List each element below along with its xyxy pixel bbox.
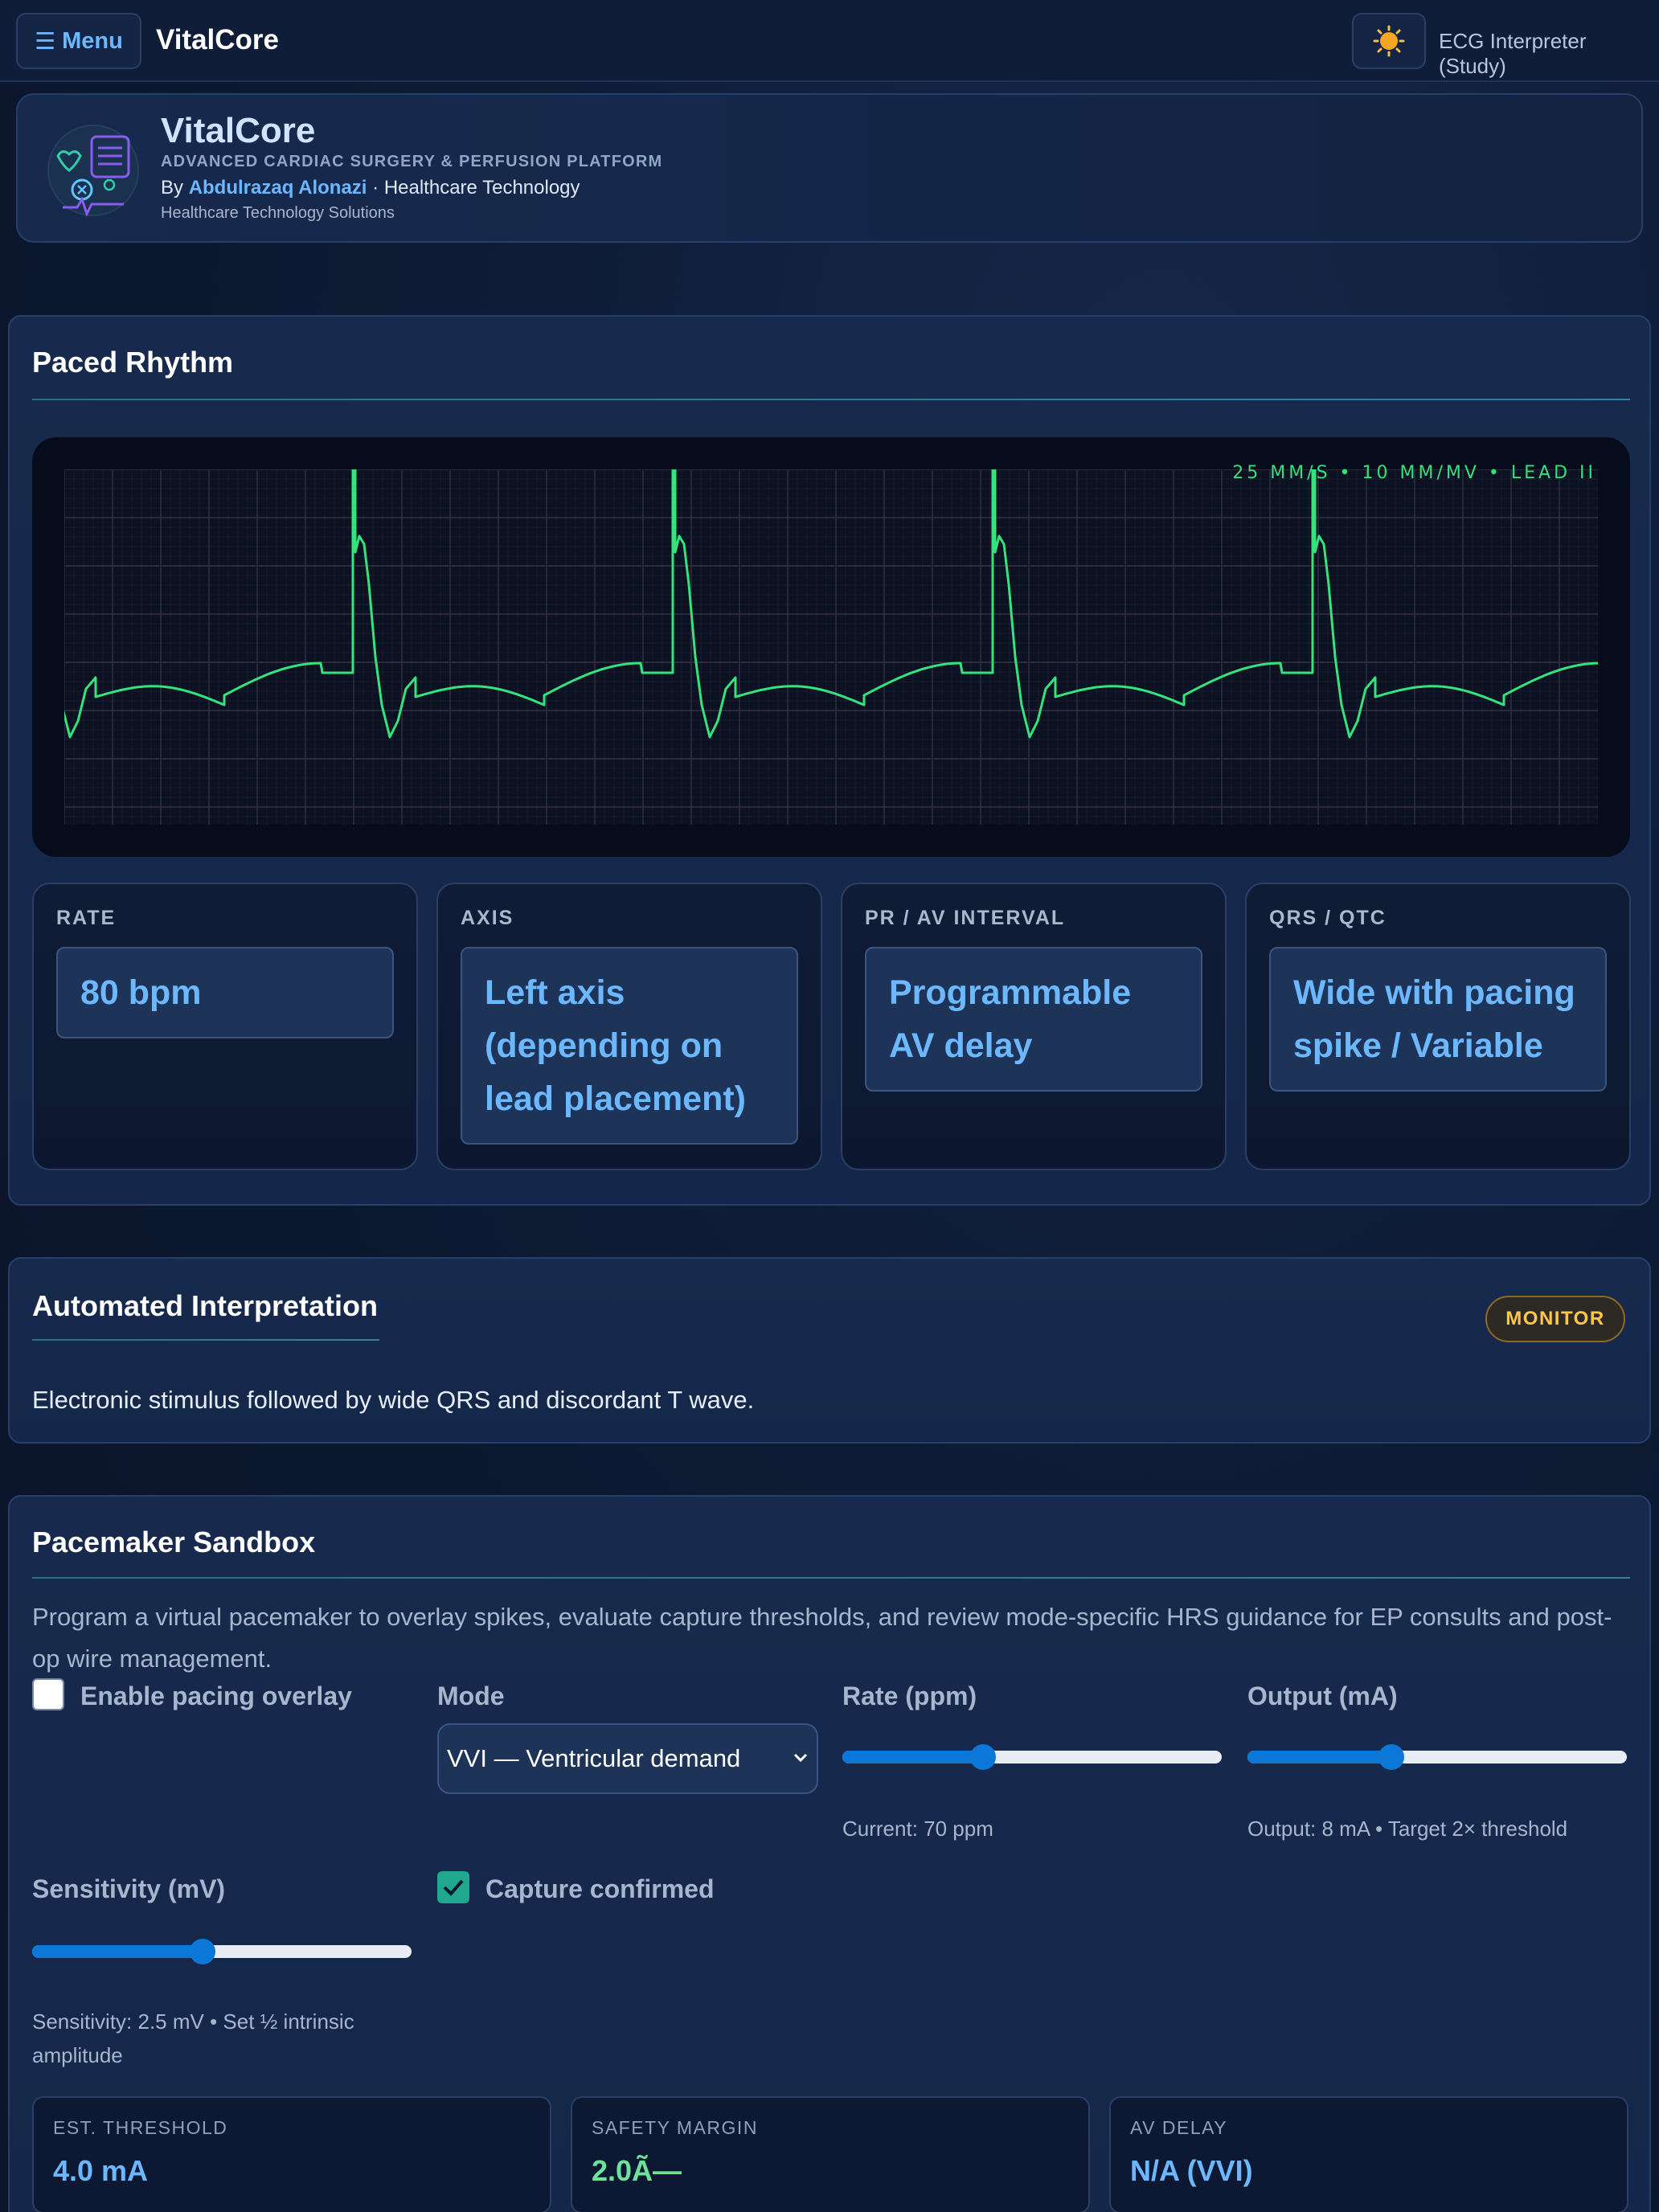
slider-fill [32, 1945, 203, 1958]
output-help-text: Output: 8 mA • Target 2× threshold [1247, 1817, 1568, 1841]
chevron-down-icon [793, 1753, 808, 1763]
stat-card-safety-margin: SAFETY MARGIN 2.0Ã— [571, 2096, 1090, 2212]
stat-label: EST. THRESHOLD [53, 2117, 228, 2138]
metric-value: 80 bpm [56, 947, 394, 1038]
sensitivity-help-text: Sensitivity: 2.5 mV • Set ½ intrinsic am… [32, 2009, 354, 2067]
section-divider [32, 399, 1630, 400]
metric-card-qrs-qtc: QRS / QTC Wide with pacing spike / Varia… [1245, 883, 1631, 1170]
header-byline: By Abdulrazaq Alonazi · Healthcare Techn… [161, 177, 580, 199]
sun-icon [1373, 25, 1405, 57]
stat-label: AV DELAY [1130, 2117, 1228, 2138]
stat-card-threshold: EST. THRESHOLD 4.0 mA [32, 2096, 551, 2212]
slider-thumb[interactable] [1378, 1744, 1405, 1770]
metric-value: Left axis (depending on lead placement) [461, 947, 798, 1145]
menu-button[interactable]: ☰ Menu [16, 13, 141, 69]
metric-card-rate: RATE 80 bpm [32, 883, 418, 1170]
rate-label: Rate (ppm) [842, 1682, 977, 1710]
metric-label: RATE [56, 907, 117, 929]
section-title: Pacemaker Sandbox [32, 1526, 316, 1559]
metric-value: Wide with pacing spike / Variable [1269, 947, 1607, 1092]
stat-card-av-delay: AV DELAY N/A (VVI) [1109, 2096, 1628, 2212]
menu-button-label: Menu [62, 27, 123, 54]
section-title: Paced Rhythm [32, 346, 234, 379]
slider-thumb[interactable] [190, 1939, 216, 1964]
header-tagline: Healthcare Technology Solutions [161, 204, 395, 222]
stat-value: N/A (VVI) [1130, 2154, 1253, 2187]
paced-rhythm-card: Paced Rhythm 25 MM/S • 10 MM/MV • LEAD I… [8, 315, 1651, 1206]
vitalcore-logo-icon [47, 125, 139, 217]
metric-value: Programmable AV delay [865, 947, 1202, 1092]
ecg-strip: 25 MM/S • 10 MM/MV • LEAD II [32, 437, 1630, 857]
metric-card-pr-av-interval: PR / AV INTERVAL Programmable AV delay [841, 883, 1227, 1170]
slider-thumb[interactable] [969, 1744, 996, 1770]
metric-card-axis: AXIS Left axis (depending on lead placem… [436, 883, 822, 1170]
metric-label: PR / AV INTERVAL [865, 907, 1066, 929]
stat-value: 2.0Ã— [592, 2154, 682, 2187]
hamburger-icon: ☰ [35, 28, 56, 55]
enable-pacing-overlay-label: Enable pacing overlay [80, 1682, 352, 1710]
stat-value: 4.0 mA [53, 2154, 149, 2187]
pacemaker-sandbox-card: Pacemaker Sandbox Program a virtual pace… [8, 1495, 1651, 2212]
interpretation-text: Electronic stimulus followed by wide QRS… [32, 1386, 755, 1414]
section-title: Automated Interpretation [32, 1289, 379, 1322]
mode-select[interactable]: VVI — Ventricular demand [437, 1723, 818, 1794]
checkmark-icon [443, 1879, 464, 1896]
mode-label: Mode [437, 1682, 505, 1710]
capture-confirmed-checkbox[interactable] [437, 1871, 469, 1903]
byline-prefix: By [161, 177, 184, 199]
capture-confirmed-label: Capture confirmed [485, 1874, 715, 1903]
header-subtitle: ADVANCED CARDIAC SURGERY & PERFUSION PLA… [161, 153, 663, 170]
rate-help-text: Current: 70 ppm [842, 1817, 993, 1841]
author-name: Abdulrazaq Alonazi [188, 177, 367, 199]
pacemaker-description: Program a virtual pacemaker to overlay s… [32, 1603, 1612, 1673]
slider-fill [842, 1751, 983, 1763]
metric-label: AXIS [461, 907, 514, 929]
status-badge: MONITOR [1485, 1296, 1625, 1342]
brand-header-card: VitalCore ADVANCED CARDIAC SURGERY & PER… [16, 93, 1643, 243]
output-label: Output (mA) [1247, 1682, 1398, 1710]
theme-toggle-button[interactable] [1352, 13, 1426, 69]
enable-pacing-overlay-checkbox[interactable] [32, 1678, 64, 1710]
metric-label: QRS / QTC [1269, 907, 1387, 929]
ecg-trace-chart [64, 469, 1598, 825]
top-bar: ☰ Menu VitalCore ECG Interpreter (Study) [0, 0, 1659, 82]
sensitivity-label: Sensitivity (mV) [32, 1874, 226, 1903]
app-brand: VitalCore [156, 24, 280, 55]
rate-slider[interactable] [842, 1744, 1222, 1770]
stat-label: SAFETY MARGIN [592, 2117, 758, 2138]
section-divider [32, 1577, 1630, 1579]
header-title: VitalCore [161, 111, 316, 150]
ecg-calibration-caption: 25 MM/S • 10 MM/MV • LEAD II [1232, 463, 1596, 483]
sensitivity-slider[interactable] [32, 1939, 412, 1964]
slider-fill [1247, 1751, 1392, 1763]
byline-suffix: · Healthcare Technology [372, 177, 580, 199]
mode-select-value: VVI — Ventricular demand [447, 1744, 741, 1772]
page-context-label: ECG Interpreter (Study) [1439, 29, 1587, 78]
output-slider[interactable] [1247, 1744, 1627, 1770]
automated-interpretation-card: Automated Interpretation MONITOR Electro… [8, 1257, 1651, 1444]
section-divider [32, 1339, 379, 1341]
ecg-grid-background [64, 469, 1598, 825]
